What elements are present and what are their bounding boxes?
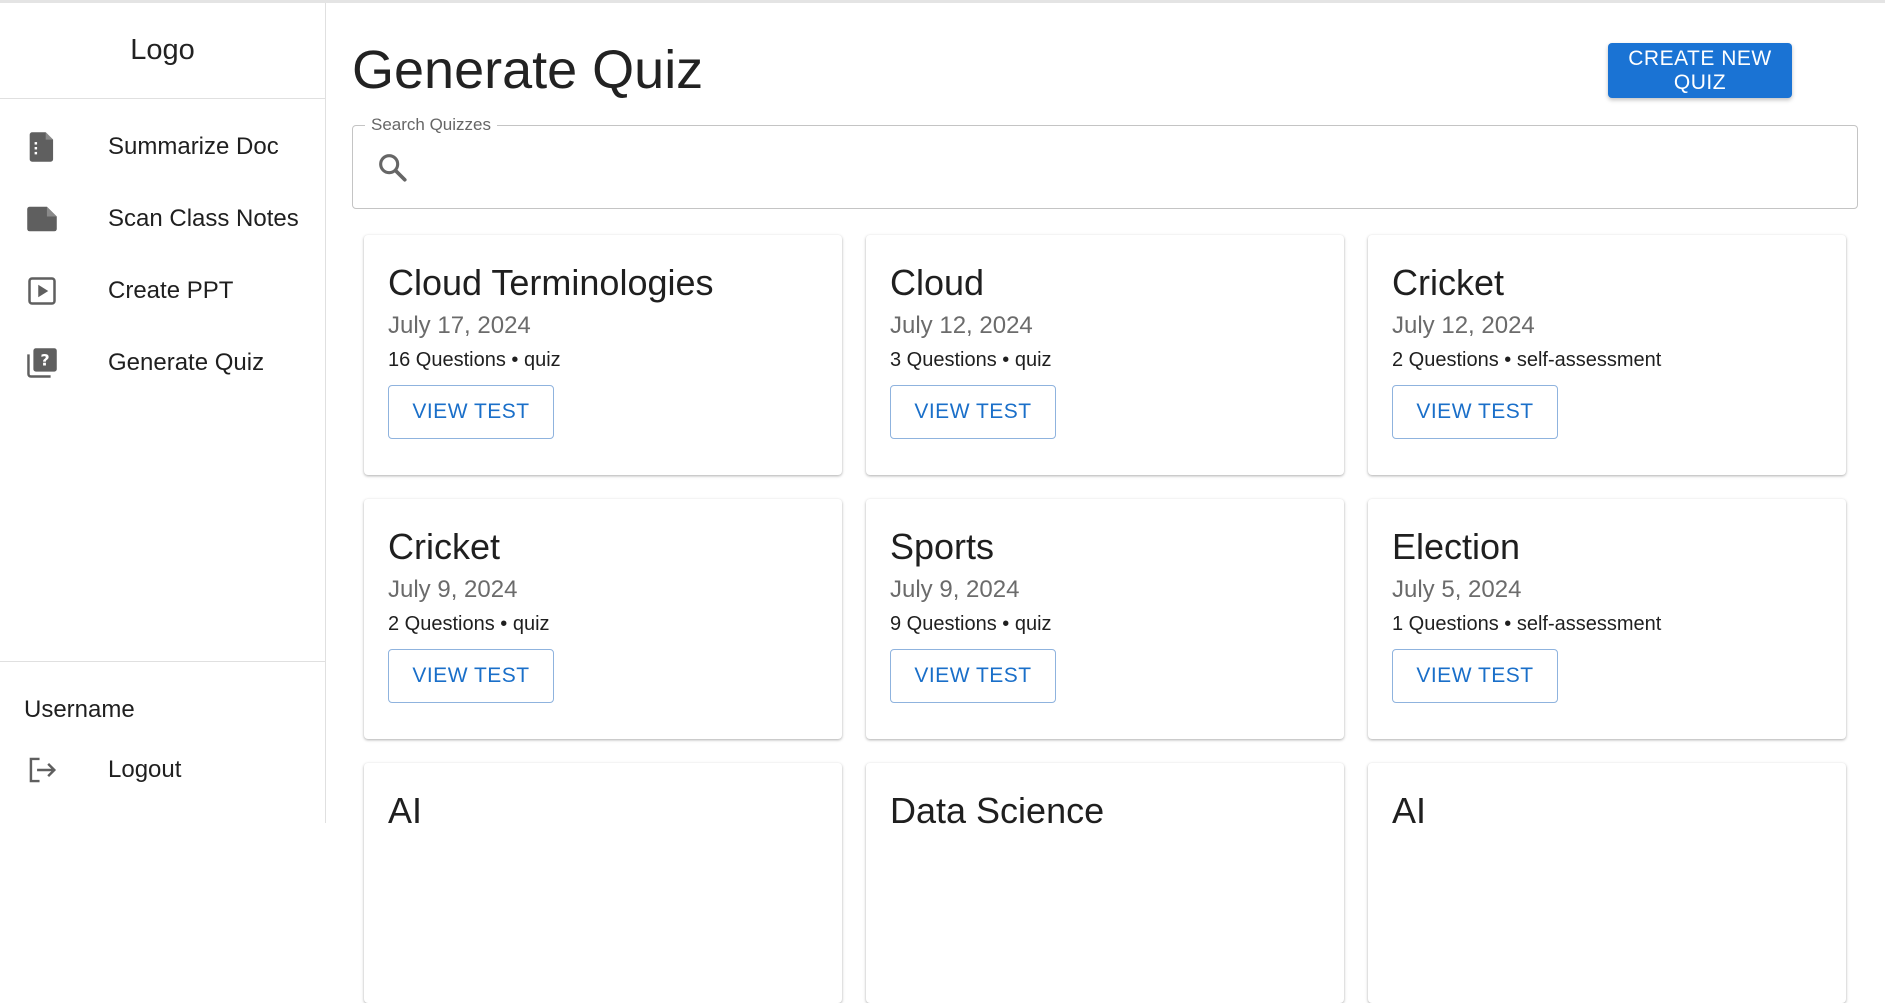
search-input[interactable] (423, 140, 1833, 196)
quiz-meta: 16 Questions • quiz (388, 349, 561, 371)
logo: Logo (0, 3, 325, 99)
quiz-date: July 5, 2024 (1392, 576, 1522, 603)
quiz-card: Cloud Terminologies July 17, 2024 16 Que… (364, 235, 842, 475)
sidebar-item-label: Scan Class Notes (108, 205, 299, 232)
logout-icon (24, 752, 60, 788)
quiz-title: Cricket (1392, 262, 1505, 303)
quiz-date: July 9, 2024 (388, 576, 518, 603)
quiz-title: Cloud (890, 262, 985, 303)
quiz-card: Data Science (866, 763, 1344, 1003)
search-field[interactable]: Search Quizzes (352, 115, 1858, 209)
quiz-title: Data Science (890, 790, 1105, 831)
quiz-meta: 3 Questions • quiz (890, 349, 1052, 371)
search-icon (375, 150, 409, 184)
quiz-date: July 12, 2024 (890, 312, 1033, 339)
quiz-card: AI (364, 763, 842, 1003)
quiz-date: July 9, 2024 (890, 576, 1020, 603)
create-new-quiz-button[interactable]: CREATE NEW QUIZ (1608, 43, 1792, 98)
sidebar-item-generate-quiz[interactable]: ? Generate Quiz (0, 327, 325, 399)
quiz-card: AI (1368, 763, 1846, 1003)
document-icon (24, 129, 60, 165)
view-test-button[interactable]: VIEW TEST (1392, 385, 1558, 439)
quiz-card: Election July 5, 2024 1 Questions • self… (1368, 499, 1846, 739)
logout-button[interactable]: Logout (0, 746, 325, 794)
view-test-button[interactable]: VIEW TEST (1392, 649, 1558, 703)
sidebar-item-scan-class-notes[interactable]: Scan Class Notes (0, 183, 325, 255)
quiz-title: AI (1392, 790, 1427, 831)
quiz-icon: ? (24, 345, 60, 381)
quiz-title: AI (388, 790, 423, 831)
quiz-title: Cricket (388, 526, 501, 567)
sidebar-footer: Username Logout (0, 661, 325, 794)
sidebar: Logo Summarize Doc Scan Class Notes Crea… (0, 3, 326, 823)
quiz-meta: 2 Questions • self-assessment (1392, 349, 1662, 371)
sidebar-item-label: Create PPT (108, 277, 234, 304)
quiz-card: Cricket July 12, 2024 2 Questions • self… (1368, 235, 1846, 475)
sidebar-item-summarize-doc[interactable]: Summarize Doc (0, 111, 325, 183)
page-title: Generate Quiz (352, 40, 704, 100)
logout-label: Logout (108, 756, 182, 783)
quiz-card: Sports July 9, 2024 9 Questions • quiz V… (866, 499, 1344, 739)
sidebar-item-label: Generate Quiz (108, 349, 265, 376)
sidebar-nav: Summarize Doc Scan Class Notes Create PP… (0, 99, 325, 399)
view-test-button[interactable]: VIEW TEST (890, 385, 1056, 439)
quiz-title: Cloud Terminologies (388, 262, 714, 303)
svg-text:?: ? (40, 350, 49, 369)
username: Username (24, 696, 135, 723)
quiz-meta: 1 Questions • self-assessment (1392, 613, 1662, 635)
sidebar-item-create-ppt[interactable]: Create PPT (0, 255, 325, 327)
main-content: Generate Quiz CREATE NEW QUIZ Search Qui… (326, 3, 1885, 1003)
view-test-button[interactable]: VIEW TEST (388, 649, 554, 703)
search-label: Search Quizzes (365, 115, 497, 135)
quiz-card: Cloud July 12, 2024 3 Questions • quiz V… (866, 235, 1344, 475)
quiz-card: Cricket July 9, 2024 2 Questions • quiz … (364, 499, 842, 739)
quiz-date: July 12, 2024 (1392, 312, 1535, 339)
sidebar-item-label: Summarize Doc (108, 133, 279, 160)
quiz-meta: 9 Questions • quiz (890, 613, 1052, 635)
quiz-title: Election (1392, 526, 1521, 567)
quiz-title: Sports (890, 526, 995, 567)
view-test-button[interactable]: VIEW TEST (890, 649, 1056, 703)
slideshow-icon (24, 273, 60, 309)
quiz-meta: 2 Questions • quiz (388, 613, 550, 635)
quiz-grid: Cloud Terminologies July 17, 2024 16 Que… (364, 235, 1846, 1003)
view-test-button[interactable]: VIEW TEST (388, 385, 554, 439)
quiz-date: July 17, 2024 (388, 312, 531, 339)
note-icon (24, 201, 60, 237)
